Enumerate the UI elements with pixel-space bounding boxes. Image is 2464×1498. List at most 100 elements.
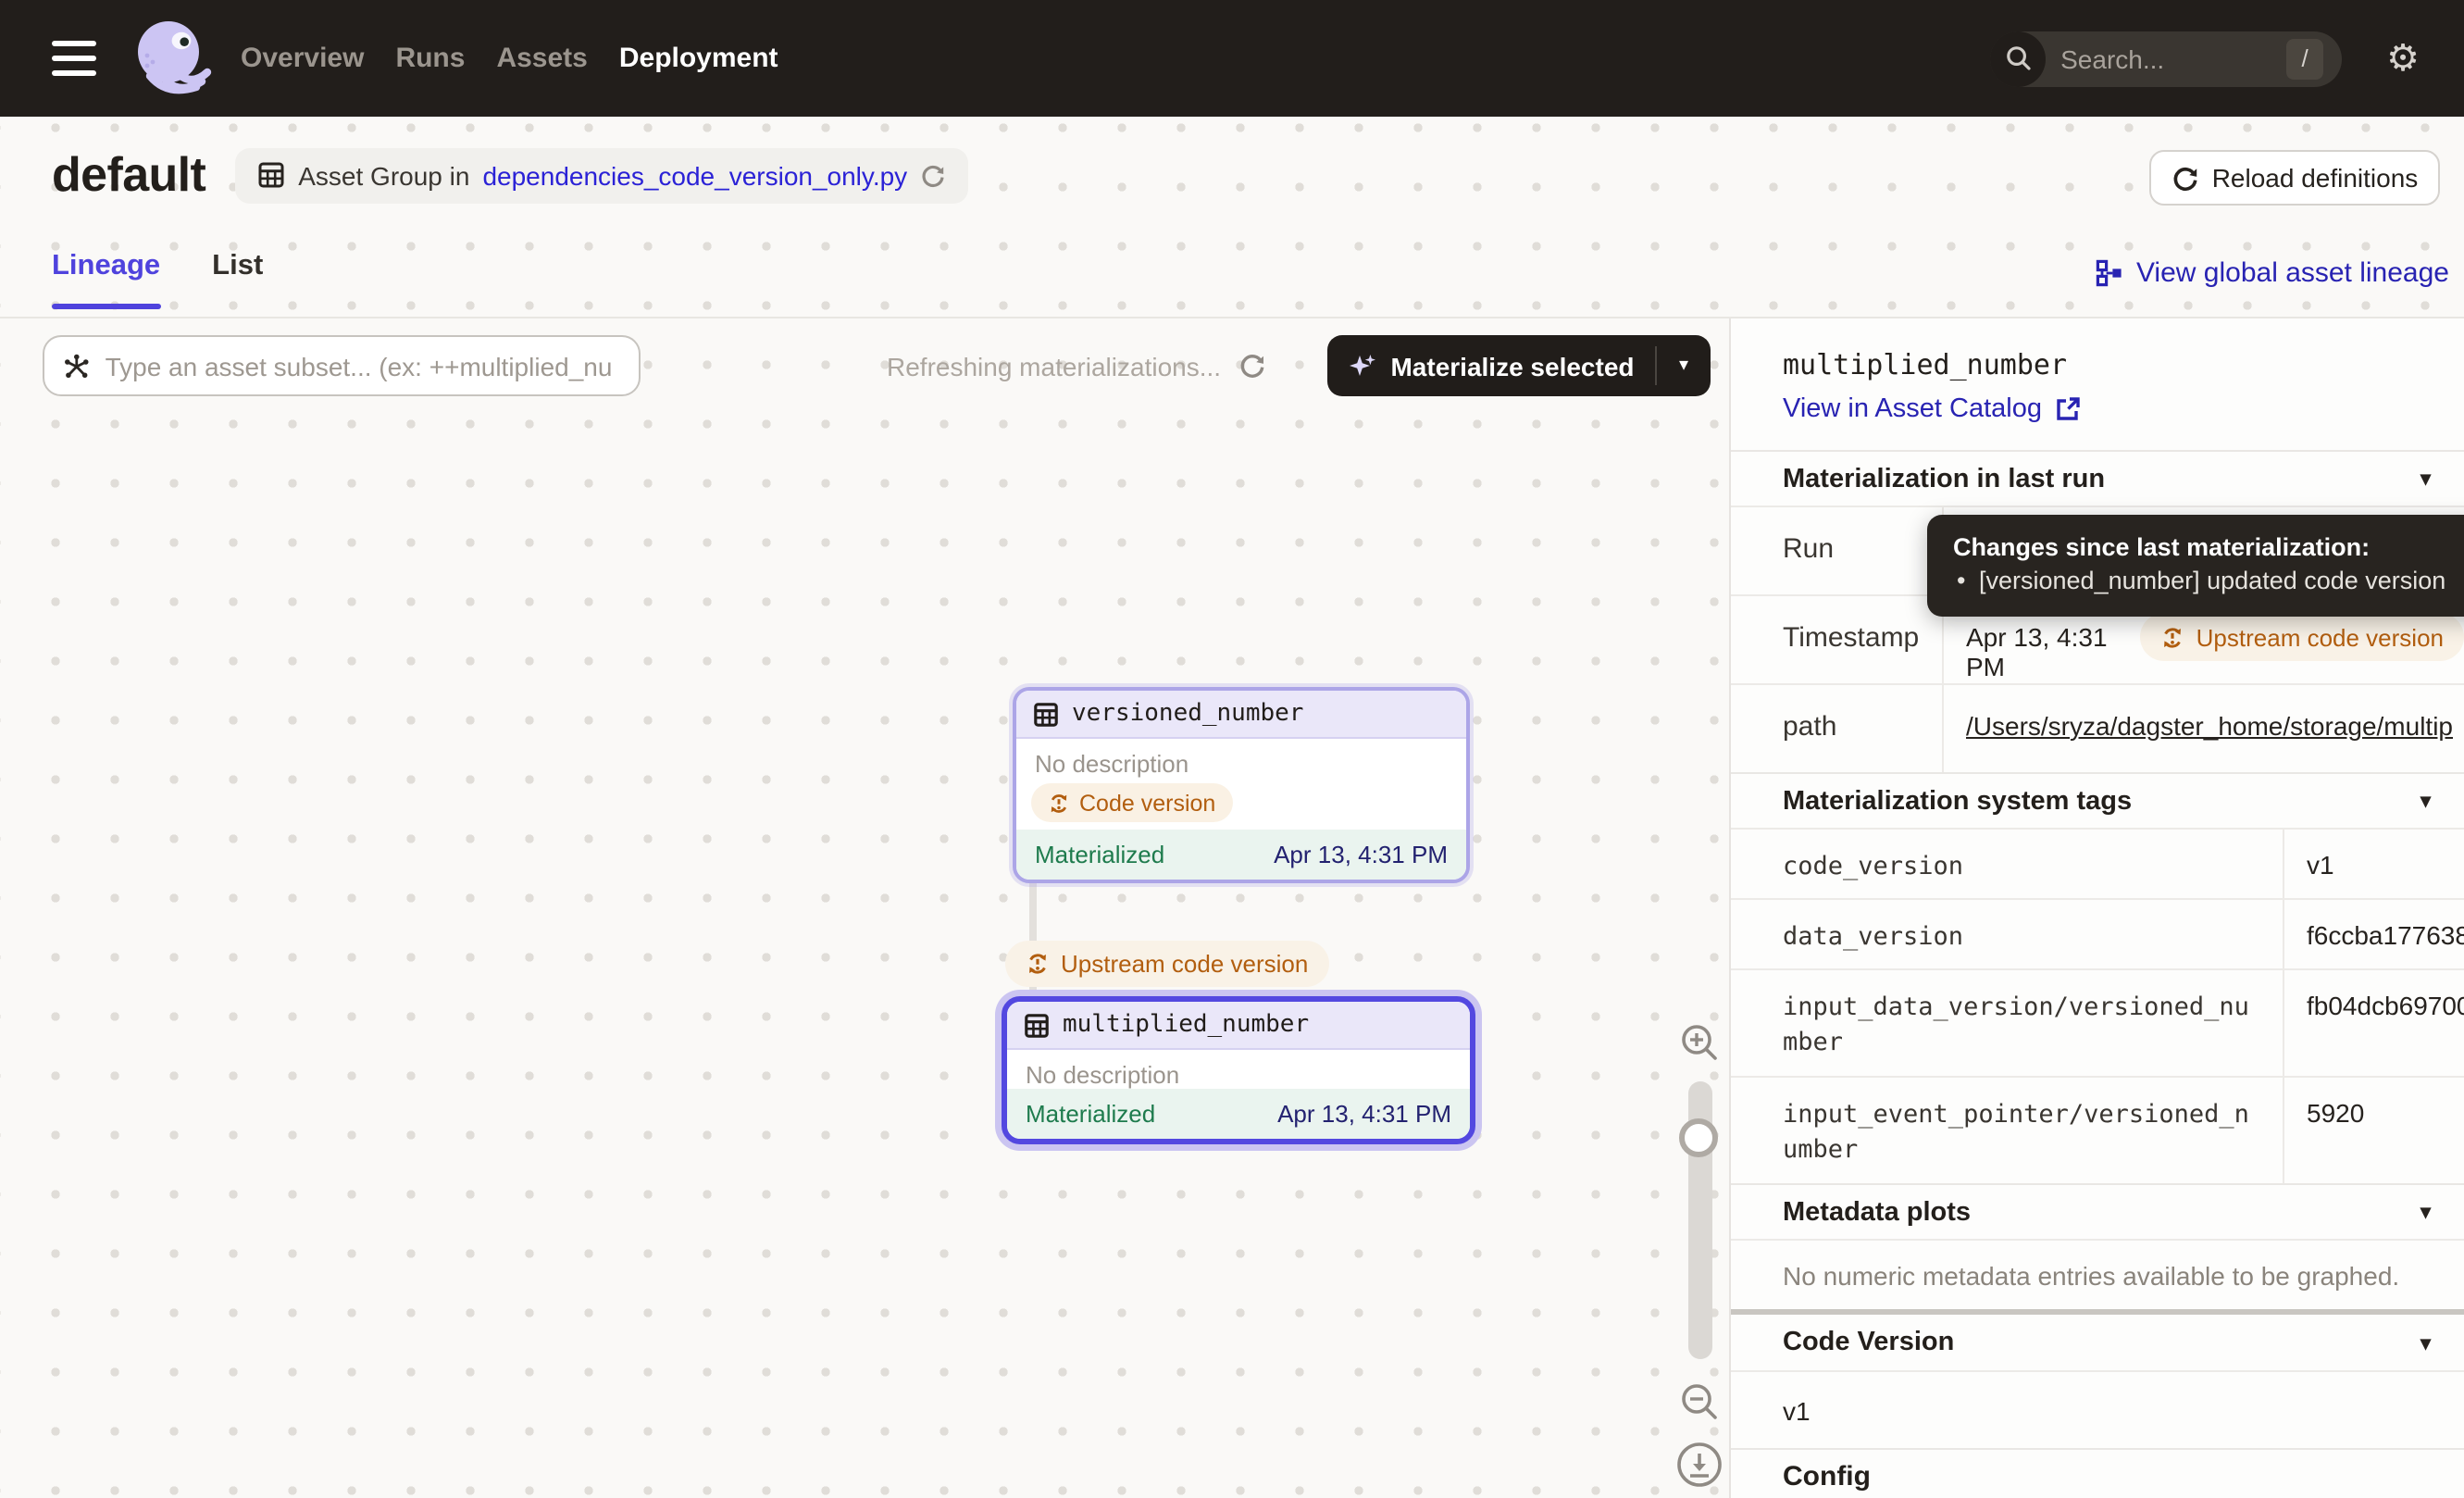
lineage-graph-icon — [2096, 259, 2123, 287]
section-heading: Materialization in last run — [1783, 464, 2105, 493]
dagster-logo-icon[interactable] — [130, 16, 215, 101]
dagster-app: Overview Runs Assets Deployment / ⚙ defa… — [0, 0, 2464, 1498]
nav-item-overview[interactable]: Overview — [241, 43, 364, 74]
catalog-link-label: View in Asset Catalog — [1783, 394, 2042, 424]
global-lineage-label: View global asset lineage — [2136, 257, 2449, 289]
row-value: v1 — [2283, 830, 2464, 898]
hamburger-menu-icon[interactable] — [52, 41, 96, 76]
changes-tooltip: Changes since last materialization: [ver… — [1927, 515, 2464, 617]
upstream-code-version-badge: Upstream code version — [2141, 613, 2464, 661]
table-row-path: path /Users/sryza/dagster_home/storage/m… — [1731, 683, 2464, 772]
materialize-dropdown-caret[interactable]: ▾ — [1655, 346, 1711, 385]
row-key: data_version — [1731, 900, 2283, 968]
table-row-data-version: data_version f6ccba177638 — [1731, 898, 2464, 968]
grid-icon — [257, 161, 285, 189]
asset-details-sidebar: multiplied_number View in Asset Catalog … — [1729, 318, 2464, 1498]
row-key: code_version — [1731, 830, 2283, 898]
sync-alert-icon — [2161, 625, 2185, 649]
table-icon — [1033, 701, 1059, 727]
refreshing-status: Refreshing materializations... — [887, 335, 1265, 396]
section-heading: Metadata plots — [1783, 1197, 1971, 1227]
asset-description: No description — [1016, 739, 1466, 778]
asset-group-label: Asset Group in — [298, 160, 469, 190]
chevron-down-icon[interactable]: ▾ — [2420, 1200, 2431, 1224]
timestamp-value: Apr 13, 4:31 PM — [1966, 622, 2119, 681]
section-metadata-plots[interactable]: Metadata plots ▾ — [1731, 1183, 2464, 1239]
row-key: input_event_pointer/versioned_number — [1731, 1078, 2283, 1183]
section-heading: Materialization system tags — [1783, 786, 2132, 816]
asset-group-file-link[interactable]: dependencies_code_version_only.py — [482, 160, 907, 190]
view-in-asset-catalog-link[interactable]: View in Asset Catalog — [1731, 381, 2464, 424]
row-key: input_data_version/versioned_number — [1731, 970, 2283, 1076]
reload-group-icon[interactable] — [920, 162, 946, 188]
chevron-down-icon[interactable]: ▾ — [2420, 1330, 2431, 1354]
external-link-icon — [2055, 396, 2081, 422]
zoom-slider[interactable] — [1687, 1081, 1711, 1359]
asset-name: multiplied_number — [1063, 1011, 1309, 1039]
page-header: default Asset Group in dependencies_code… — [0, 117, 2464, 318]
reload-definitions-label: Reload definitions — [2212, 163, 2419, 193]
row-value: fb04dcb69700 — [2283, 970, 2464, 1076]
path-link[interactable]: /Users/sryza/dagster_home/storage/multip — [1966, 711, 2453, 741]
view-global-asset-lineage-link[interactable]: View global asset lineage — [2096, 257, 2449, 289]
sync-alert-icon — [1026, 952, 1050, 976]
metadata-plots-empty-text: No numeric metadata entries available to… — [1731, 1239, 2464, 1309]
page-content: default Asset Group in dependencies_code… — [0, 117, 2464, 1498]
chevron-down-icon[interactable]: ▾ — [2420, 467, 2431, 491]
materialize-label: Materialize selected — [1390, 351, 1634, 381]
badge-label: Upstream code version — [2196, 623, 2444, 651]
row-value: f6ccba177638 — [2283, 900, 2464, 968]
table-row-input-event-pointer: input_event_pointer/versioned_number 592… — [1731, 1076, 2464, 1183]
code-version-badge: Code version — [1031, 783, 1232, 822]
settings-gear-icon[interactable]: ⚙ — [2386, 40, 2420, 77]
reload-definitions-button[interactable]: Reload definitions — [2149, 150, 2440, 206]
section-code-version[interactable]: Code Version ▾ — [1731, 1315, 2464, 1370]
zoom-in-icon[interactable] — [1679, 1022, 1720, 1063]
refreshing-label: Refreshing materializations... — [887, 351, 1221, 381]
lineage-graph-pane: Refreshing materializations... Materiali… — [0, 318, 1729, 1498]
asset-node-versioned-number[interactable]: versioned_number No description Code ver… — [1013, 687, 1470, 883]
table-icon — [1024, 1012, 1050, 1038]
nav-item-assets[interactable]: Assets — [496, 43, 587, 74]
view-tabs: Lineage List — [52, 250, 263, 309]
table-row-input-data-version: input_data_version/versioned_number fb04… — [1731, 968, 2464, 1076]
section-materialization-last-run[interactable]: Materialization in last run ▾ — [1731, 450, 2464, 506]
materialize-selected-button[interactable]: Materialize selected ▾ — [1327, 335, 1711, 396]
tooltip-title: Changes since last materialization: — [1953, 531, 2464, 565]
asset-description: No description — [1007, 1050, 1470, 1089]
refresh-icon[interactable] — [1238, 352, 1265, 380]
materialized-timestamp: Apr 13, 4:31 PM — [1277, 1100, 1451, 1128]
zoom-out-icon[interactable] — [1679, 1381, 1720, 1422]
section-config[interactable]: Config — [1731, 1448, 2464, 1498]
global-search[interactable]: / — [1990, 31, 2342, 86]
materialized-timestamp: Apr 13, 4:31 PM — [1274, 841, 1448, 868]
materialized-status: Materialized — [1026, 1100, 1155, 1128]
chevron-down-icon[interactable]: ▾ — [2420, 789, 2431, 813]
download-view-icon[interactable] — [1675, 1441, 1724, 1489]
sidebar-asset-title: multiplied_number — [1731, 318, 2464, 381]
nav-links: Overview Runs Assets Deployment — [241, 43, 778, 74]
code-version-label: Code version — [1079, 790, 1215, 816]
asset-node-multiplied-number[interactable]: multiplied_number No description Materia… — [1002, 996, 1475, 1144]
section-system-tags[interactable]: Materialization system tags ▾ — [1731, 772, 2464, 828]
upstream-code-version-label: Upstream code version — [1061, 950, 1308, 978]
table-row-code-version: code_version v1 — [1731, 828, 2464, 898]
asset-group-badge: Asset Group in dependencies_code_version… — [235, 147, 968, 203]
tooltip-item: [versioned_number] updated code version — [1953, 565, 2464, 598]
tab-list[interactable]: List — [212, 250, 263, 309]
top-nav: Overview Runs Assets Deployment / ⚙ — [0, 0, 2464, 117]
sparkle-icon — [1348, 351, 1377, 381]
search-input[interactable] — [2060, 44, 2255, 73]
row-key: Timestamp — [1731, 596, 1942, 683]
page-title: default — [52, 146, 205, 204]
asset-subset-input[interactable] — [106, 351, 620, 381]
row-key: Run — [1731, 507, 1942, 594]
asset-subset-filter[interactable] — [43, 335, 641, 396]
nav-item-deployment[interactable]: Deployment — [619, 43, 778, 74]
graph-zoom-controls — [1659, 1022, 1740, 1489]
zoom-slider-knob[interactable] — [1678, 1118, 1717, 1157]
sync-alert-icon — [1048, 792, 1070, 814]
nav-item-runs[interactable]: Runs — [395, 43, 465, 74]
section-heading: Code Version — [1783, 1328, 1954, 1357]
tab-lineage[interactable]: Lineage — [52, 250, 160, 309]
